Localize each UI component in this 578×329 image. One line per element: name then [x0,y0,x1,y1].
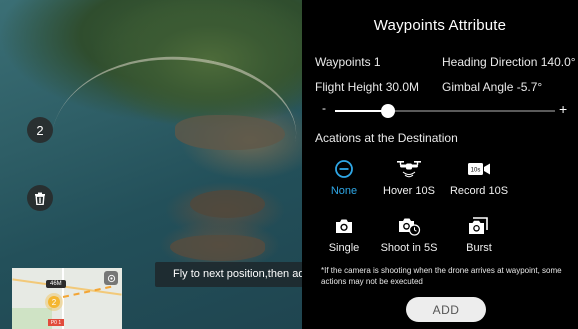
waypoint-count-button[interactable]: 2 [27,117,53,143]
record-badge: 10s [471,168,481,174]
action-record[interactable]: 10s Record 10S [440,158,518,197]
altitude-tag: 46M [46,280,66,288]
waypoint-marker-number: 2 [51,297,57,307]
rock-outcrop [190,190,265,218]
camera-single-icon [336,219,352,233]
waypoints-attribute-panel: Waypoints Attribute Waypoints 1 Heading … [302,0,578,329]
slider-increase-button[interactable]: + [559,101,567,117]
waypoint-count-label: 2 [36,122,44,138]
camera-timer-icon [399,218,421,236]
slider-decrease-button[interactable]: - [322,101,326,115]
gimbal-angle: Gimbal Angle -5.7° [442,80,543,94]
flight-height: Flight Height 30.0M [315,80,420,94]
record-video-icon: 10s [468,163,490,175]
toast-message: Fly to next position,then add [155,262,323,287]
point-tag: P0 1 [48,319,64,326]
camera-warning-note: *If the camera is shooting when the dron… [321,266,562,286]
map-park-area [12,308,52,329]
action-label: Record 10S [449,185,509,197]
camera-burst-icon [469,217,488,234]
action-label: Burst [466,242,492,254]
rock-outcrop [170,235,265,261]
waypoint-marker[interactable]: 2 [48,296,60,308]
delete-waypoint-button[interactable] [27,185,53,211]
action-shoot-timer[interactable]: Shoot in 5S [370,215,448,254]
mini-map[interactable]: 46M 2 P0 1 [12,268,122,329]
shoreline [51,31,309,182]
action-hover[interactable]: Hover 10S [370,158,448,197]
action-label: Shoot in 5S [380,242,438,254]
hover-drone-icon [397,161,421,178]
rock-outcrop [175,115,285,150]
waypoint-number: Waypoints 1 [315,55,381,69]
panel-title: Waypoints Attribute [373,17,507,34]
target-icon [107,274,115,282]
height-slider[interactable] [335,104,555,118]
actions-section-title: Acations at the Destination [315,131,458,145]
none-icon [335,160,353,178]
heading-direction: Heading Direction 140.0° [442,55,576,69]
locate-button[interactable] [104,271,118,285]
add-button[interactable]: ADD [406,297,486,322]
action-burst[interactable]: Burst [440,215,518,254]
slider-thumb[interactable] [381,104,395,118]
trash-icon [35,192,45,205]
action-label: Hover 10S [383,185,435,197]
